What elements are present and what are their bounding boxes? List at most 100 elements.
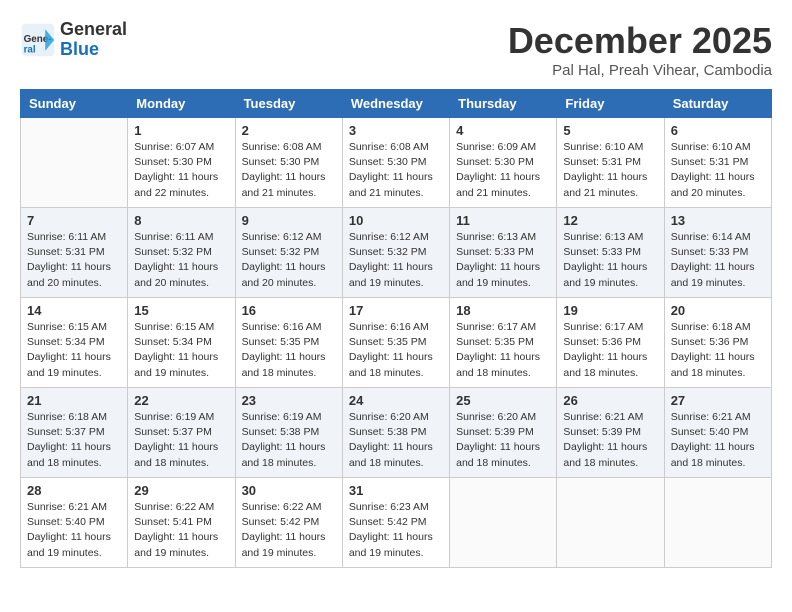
calendar-cell: 28 Sunrise: 6:21 AM Sunset: 5:40 PM Dayli… bbox=[21, 478, 128, 568]
day-number: 22 bbox=[134, 393, 228, 408]
calendar-cell: 8 Sunrise: 6:11 AM Sunset: 5:32 PM Daylig… bbox=[128, 208, 235, 298]
calendar-cell: 24 Sunrise: 6:20 AM Sunset: 5:38 PM Dayli… bbox=[342, 388, 449, 478]
calendar-week-row: 1 Sunrise: 6:07 AM Sunset: 5:30 PM Daylig… bbox=[21, 118, 772, 208]
title-block: December 2025 Pal Hal, Preah Vihear, Cam… bbox=[508, 20, 772, 79]
calendar-cell: 7 Sunrise: 6:11 AM Sunset: 5:31 PM Daylig… bbox=[21, 208, 128, 298]
calendar-cell: 11 Sunrise: 6:13 AM Sunset: 5:33 PM Dayli… bbox=[450, 208, 557, 298]
day-number: 23 bbox=[242, 393, 336, 408]
day-info: Sunrise: 6:20 AM Sunset: 5:39 PM Dayligh… bbox=[456, 410, 550, 471]
calendar-week-row: 14 Sunrise: 6:15 AM Sunset: 5:34 PM Dayli… bbox=[21, 298, 772, 388]
calendar-cell: 13Sunrise: 6:14 AM Sunset: 5:33 PM Dayli… bbox=[664, 208, 771, 298]
day-number: 8 bbox=[134, 213, 228, 228]
day-info: Sunrise: 6:08 AM Sunset: 5:30 PM Dayligh… bbox=[242, 140, 336, 201]
day-info: Sunrise: 6:18 AM Sunset: 5:36 PM Dayligh… bbox=[671, 320, 765, 381]
day-info: Sunrise: 6:22 AM Sunset: 5:41 PM Dayligh… bbox=[134, 500, 228, 561]
day-info: Sunrise: 6:16 AM Sunset: 5:35 PM Dayligh… bbox=[242, 320, 336, 381]
day-number: 30 bbox=[242, 483, 336, 498]
day-number: 13 bbox=[671, 213, 765, 228]
day-info: Sunrise: 6:21 AM Sunset: 5:39 PM Dayligh… bbox=[563, 410, 657, 471]
day-info: Sunrise: 6:10 AM Sunset: 5:31 PM Dayligh… bbox=[671, 140, 765, 201]
day-info: Sunrise: 6:07 AM Sunset: 5:30 PM Dayligh… bbox=[134, 140, 228, 201]
day-number: 16 bbox=[242, 303, 336, 318]
day-info: Sunrise: 6:22 AM Sunset: 5:42 PM Dayligh… bbox=[242, 500, 336, 561]
logo-blue-text: Blue bbox=[60, 40, 127, 60]
calendar-cell: 9Sunrise: 6:12 AM Sunset: 5:32 PM Daylig… bbox=[235, 208, 342, 298]
day-info: Sunrise: 6:17 AM Sunset: 5:36 PM Dayligh… bbox=[563, 320, 657, 381]
calendar-cell: 27 Sunrise: 6:21 AM Sunset: 5:40 PM Dayli… bbox=[664, 388, 771, 478]
calendar-cell: 10 Sunrise: 6:12 AM Sunset: 5:32 PM Dayli… bbox=[342, 208, 449, 298]
day-info: Sunrise: 6:11 AM Sunset: 5:32 PM Dayligh… bbox=[134, 230, 228, 291]
day-number: 10 bbox=[349, 213, 443, 228]
day-info: Sunrise: 6:19 AM Sunset: 5:37 PM Dayligh… bbox=[134, 410, 228, 471]
calendar-cell bbox=[664, 478, 771, 568]
page-header: Gene- ral General Blue December 2025 Pal… bbox=[20, 20, 772, 79]
day-info: Sunrise: 6:08 AM Sunset: 5:30 PM Dayligh… bbox=[349, 140, 443, 201]
day-number: 21 bbox=[27, 393, 121, 408]
logo-icon: Gene- ral bbox=[20, 22, 56, 58]
calendar-header-row: SundayMondayTuesdayWednesdayThursdayFrid… bbox=[21, 90, 772, 118]
calendar-week-row: 28 Sunrise: 6:21 AM Sunset: 5:40 PM Dayli… bbox=[21, 478, 772, 568]
calendar-week-row: 21 Sunrise: 6:18 AM Sunset: 5:37 PM Dayli… bbox=[21, 388, 772, 478]
day-info: Sunrise: 6:09 AM Sunset: 5:30 PM Dayligh… bbox=[456, 140, 550, 201]
day-number: 6 bbox=[671, 123, 765, 138]
day-number: 31 bbox=[349, 483, 443, 498]
logo: Gene- ral General Blue bbox=[20, 20, 127, 60]
column-header-monday: Monday bbox=[128, 90, 235, 118]
column-header-tuesday: Tuesday bbox=[235, 90, 342, 118]
day-info: Sunrise: 6:16 AM Sunset: 5:35 PM Dayligh… bbox=[349, 320, 443, 381]
day-number: 15 bbox=[134, 303, 228, 318]
logo-text: General Blue bbox=[60, 20, 127, 60]
day-number: 27 bbox=[671, 393, 765, 408]
day-number: 24 bbox=[349, 393, 443, 408]
day-info: Sunrise: 6:23 AM Sunset: 5:42 PM Dayligh… bbox=[349, 500, 443, 561]
day-number: 19 bbox=[563, 303, 657, 318]
calendar-cell: 16 Sunrise: 6:16 AM Sunset: 5:35 PM Dayli… bbox=[235, 298, 342, 388]
calendar-cell: 15 Sunrise: 6:15 AM Sunset: 5:34 PM Dayli… bbox=[128, 298, 235, 388]
day-info: Sunrise: 6:15 AM Sunset: 5:34 PM Dayligh… bbox=[27, 320, 121, 381]
day-info: Sunrise: 6:11 AM Sunset: 5:31 PM Dayligh… bbox=[27, 230, 121, 291]
column-header-wednesday: Wednesday bbox=[342, 90, 449, 118]
day-number: 26 bbox=[563, 393, 657, 408]
day-info: Sunrise: 6:18 AM Sunset: 5:37 PM Dayligh… bbox=[27, 410, 121, 471]
day-number: 28 bbox=[27, 483, 121, 498]
calendar-cell bbox=[450, 478, 557, 568]
day-number: 9 bbox=[242, 213, 336, 228]
day-info: Sunrise: 6:17 AM Sunset: 5:35 PM Dayligh… bbox=[456, 320, 550, 381]
calendar-cell: 3 Sunrise: 6:08 AM Sunset: 5:30 PM Daylig… bbox=[342, 118, 449, 208]
day-number: 11 bbox=[456, 213, 550, 228]
day-info: Sunrise: 6:21 AM Sunset: 5:40 PM Dayligh… bbox=[671, 410, 765, 471]
calendar-cell bbox=[21, 118, 128, 208]
calendar-cell: 2Sunrise: 6:08 AM Sunset: 5:30 PM Daylig… bbox=[235, 118, 342, 208]
day-info: Sunrise: 6:13 AM Sunset: 5:33 PM Dayligh… bbox=[456, 230, 550, 291]
day-info: Sunrise: 6:21 AM Sunset: 5:40 PM Dayligh… bbox=[27, 500, 121, 561]
day-info: Sunrise: 6:15 AM Sunset: 5:34 PM Dayligh… bbox=[134, 320, 228, 381]
calendar-cell bbox=[557, 478, 664, 568]
day-info: Sunrise: 6:20 AM Sunset: 5:38 PM Dayligh… bbox=[349, 410, 443, 471]
calendar-cell: 1 Sunrise: 6:07 AM Sunset: 5:30 PM Daylig… bbox=[128, 118, 235, 208]
calendar-cell: 6 Sunrise: 6:10 AM Sunset: 5:31 PM Daylig… bbox=[664, 118, 771, 208]
calendar-cell: 26 Sunrise: 6:21 AM Sunset: 5:39 PM Dayli… bbox=[557, 388, 664, 478]
day-number: 1 bbox=[134, 123, 228, 138]
day-number: 29 bbox=[134, 483, 228, 498]
calendar-week-row: 7 Sunrise: 6:11 AM Sunset: 5:31 PM Daylig… bbox=[21, 208, 772, 298]
day-info: Sunrise: 6:12 AM Sunset: 5:32 PM Dayligh… bbox=[349, 230, 443, 291]
calendar-cell: 25 Sunrise: 6:20 AM Sunset: 5:39 PM Dayli… bbox=[450, 388, 557, 478]
calendar-cell: 5Sunrise: 6:10 AM Sunset: 5:31 PM Daylig… bbox=[557, 118, 664, 208]
day-number: 25 bbox=[456, 393, 550, 408]
day-number: 20 bbox=[671, 303, 765, 318]
calendar-cell: 14 Sunrise: 6:15 AM Sunset: 5:34 PM Dayli… bbox=[21, 298, 128, 388]
day-number: 3 bbox=[349, 123, 443, 138]
day-number: 17 bbox=[349, 303, 443, 318]
calendar-cell: 19 Sunrise: 6:17 AM Sunset: 5:36 PM Dayli… bbox=[557, 298, 664, 388]
day-number: 4 bbox=[456, 123, 550, 138]
calendar-cell: 17 Sunrise: 6:16 AM Sunset: 5:35 PM Dayli… bbox=[342, 298, 449, 388]
location-title: Pal Hal, Preah Vihear, Cambodia bbox=[508, 62, 772, 79]
calendar-cell: 29 Sunrise: 6:22 AM Sunset: 5:41 PM Dayli… bbox=[128, 478, 235, 568]
calendar-cell: 30 Sunrise: 6:22 AM Sunset: 5:42 PM Dayli… bbox=[235, 478, 342, 568]
svg-text:ral: ral bbox=[24, 44, 36, 55]
day-number: 7 bbox=[27, 213, 121, 228]
calendar-cell: 22 Sunrise: 6:19 AM Sunset: 5:37 PM Dayli… bbox=[128, 388, 235, 478]
calendar-cell: 18Sunrise: 6:17 AM Sunset: 5:35 PM Dayli… bbox=[450, 298, 557, 388]
day-number: 14 bbox=[27, 303, 121, 318]
column-header-sunday: Sunday bbox=[21, 90, 128, 118]
